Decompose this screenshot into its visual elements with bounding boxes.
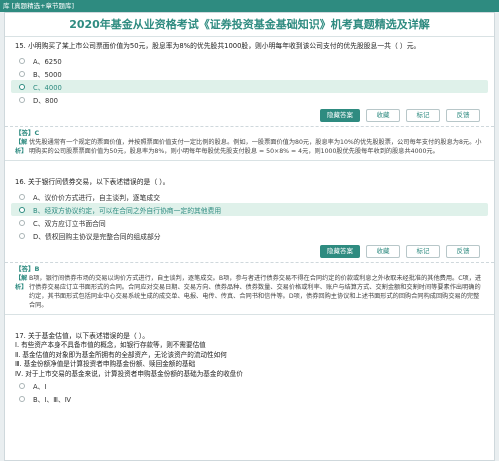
analysis-text: 【解析】 B项，银行间债券市场的交易以询价方式进行，自主谈判，逐笔成交。B项，参… xyxy=(15,274,484,310)
option-label: A、Ⅰ xyxy=(33,382,47,391)
analysis-text: 【解析】 优先股通常有一个规定的票面价值，并按照票面价值支付一定比例的股息。例如… xyxy=(15,138,484,156)
feedback-button[interactable]: 反馈 xyxy=(446,245,480,258)
statement: Ⅰ. 有些资产本身不具备市值的概念，如银行存款等，则不需要估值 xyxy=(15,341,206,349)
radio-icon xyxy=(19,96,25,103)
option-label: A、议价价方式进行，自主谈判，逐笔成交 xyxy=(33,193,160,202)
radio-icon xyxy=(19,70,25,77)
option-label: B、经双方协议约定，可以在合同之外自行协商一定的其他费用 xyxy=(33,206,222,215)
option-a[interactable]: A、Ⅰ xyxy=(11,379,488,392)
analysis-body: 优先股通常有一个规定的票面价值，并按照票面价值支付一定比例的股息。例如，一股票面… xyxy=(29,139,482,155)
answer-label: 【答】C xyxy=(15,129,40,137)
option-label: C、4000 xyxy=(33,83,62,92)
option-a[interactable]: A、议价价方式进行，自主谈判，逐笔成交 xyxy=(11,190,488,203)
option-c[interactable]: C、双方应订立书面合同 xyxy=(11,216,488,229)
answer-label: 【答】B xyxy=(15,265,40,273)
radio-icon xyxy=(19,193,25,200)
question-17: 17. 关于基金估值，以下表述错误的是（ ）。 Ⅰ. 有些资产本身不具备市值的概… xyxy=(5,331,494,405)
option-label: C、双方应订立书面合同 xyxy=(33,219,106,228)
radio-icon xyxy=(19,395,25,402)
option-label: A、6250 xyxy=(33,57,62,66)
mark-button[interactable]: 标记 xyxy=(406,245,440,258)
question-16: 16. 关于银行间债券交易，以下表述错误的是（ ）。 A、议价价方式进行，自主谈… xyxy=(5,177,494,315)
option-a[interactable]: A、6250 xyxy=(11,54,488,67)
answer-analysis: 【答】C 【解析】 优先股通常有一个规定的票面价值，并按照票面价值支付一定比例的… xyxy=(5,126,494,161)
radio-icon xyxy=(19,57,25,64)
option-label: D、800 xyxy=(33,96,59,105)
question-actions: 隐藏答案 收藏 标记 反馈 xyxy=(11,245,480,258)
radio-icon xyxy=(19,206,25,213)
mark-button[interactable]: 标记 xyxy=(406,109,440,122)
radio-icon xyxy=(19,83,25,90)
question-text: 17. 关于基金估值，以下表述错误的是（ ）。 xyxy=(15,332,150,340)
analysis-body: B项，银行间债券市场的交易以询价方式进行，自主谈判，逐笔成交。B项，参与者进行债… xyxy=(29,275,482,309)
option-d[interactable]: D、债权回购主协议是完整合同的组成部分 xyxy=(11,229,488,242)
favorite-button[interactable]: 收藏 xyxy=(366,245,400,258)
analysis-tag: 【解析】 xyxy=(15,275,28,291)
radio-icon xyxy=(19,232,25,239)
page-title: 2020年基金从业资格考试《证券投资基金基础知识》机考真题精选及详解 xyxy=(5,13,494,37)
statement: Ⅲ. 基金份额净值是计算投资者申购基金份额、赎回金额的基础 xyxy=(15,360,196,368)
option-b[interactable]: B、5000 xyxy=(11,67,488,80)
radio-icon xyxy=(19,219,25,226)
option-b[interactable]: B、Ⅰ、Ⅲ、Ⅳ xyxy=(11,392,488,405)
feedback-button[interactable]: 反馈 xyxy=(446,109,480,122)
question-15: 15. 小明购买了某上市公司票面价值为50元，股息率为8%的优先股共1000股，… xyxy=(5,41,494,161)
hide-answer-button[interactable]: 隐藏答案 xyxy=(320,109,360,122)
option-c[interactable]: C、4000 xyxy=(11,80,488,93)
question-text: 15. 小明购买了某上市公司票面价值为50元，股息率为8%的优先股共1000股，… xyxy=(15,42,421,50)
analysis-tag: 【解析】 xyxy=(15,139,28,155)
statement: Ⅱ. 基金估值的对象即为基金所拥有的全部资产，无论该资产的流动性如何 xyxy=(15,350,227,359)
exam-page: 2020年基金从业资格考试《证券投资基金基础知识》机考真题精选及详解 15. 小… xyxy=(4,12,495,461)
option-d[interactable]: D、800 xyxy=(11,93,488,106)
statement: Ⅳ. 对于上市交易的基金来说，计算投资者申购基金份额的基础为基金的收盘价 xyxy=(15,369,243,378)
hide-answer-button[interactable]: 隐藏答案 xyxy=(320,245,360,258)
option-b[interactable]: B、经双方协议约定，可以在合同之外自行协商一定的其他费用 xyxy=(11,203,488,216)
radio-icon xyxy=(19,382,25,389)
favorite-button[interactable]: 收藏 xyxy=(366,109,400,122)
option-label: B、Ⅰ、Ⅲ、Ⅳ xyxy=(33,395,72,404)
option-label: B、5000 xyxy=(33,70,62,79)
answer-analysis: 【答】B 【解析】 B项，银行间债券市场的交易以询价方式进行，自主谈判，逐笔成交… xyxy=(5,262,494,315)
question-text: 16. 关于银行间债券交易，以下表述错误的是（ ）。 xyxy=(15,178,170,186)
option-label: D、债权回购主协议是完整合同的组成部分 xyxy=(33,232,161,241)
top-breadcrumb: 库 [真题精选+章节题库] xyxy=(0,0,499,12)
question-actions: 隐藏答案 收藏 标记 反馈 xyxy=(11,109,480,122)
